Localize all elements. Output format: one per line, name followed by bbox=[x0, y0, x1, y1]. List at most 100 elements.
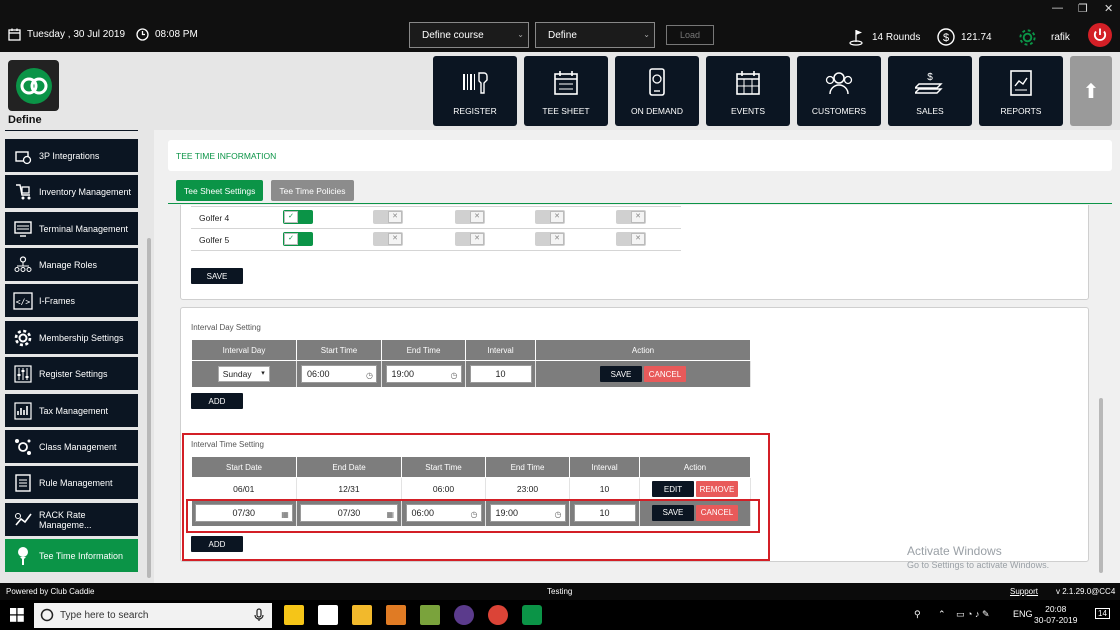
tray-icons[interactable]: ▭ ◔ ♪ ✎ bbox=[956, 609, 989, 620]
app-logo[interactable] bbox=[8, 60, 59, 111]
toggle-off[interactable]: ✕ bbox=[535, 231, 565, 246]
arrow-up-icon: ⬆ bbox=[1082, 80, 1100, 103]
toggle-off[interactable]: ✕ bbox=[535, 209, 565, 224]
support-link[interactable]: Support bbox=[1010, 587, 1038, 596]
balance-display: $ 121.74 bbox=[937, 28, 992, 46]
golf-tee-icon bbox=[12, 545, 33, 566]
minimize-icon[interactable]: — bbox=[1052, 2, 1063, 14]
terminal-icon bbox=[12, 218, 33, 239]
sidebar-item-membership[interactable]: Membership Settings bbox=[5, 321, 138, 354]
toggle-off[interactable]: ✕ bbox=[455, 209, 485, 224]
club-caddie-app-icon[interactable] bbox=[522, 605, 542, 625]
date-text: Tuesday , 30 Jul 2019 bbox=[27, 29, 126, 40]
sidebar-item-label: I-Frames bbox=[39, 295, 75, 306]
check-icon: ✓ bbox=[284, 232, 298, 245]
sidebar-item-label: Rule Management bbox=[39, 477, 113, 488]
sidebar-scrollbar[interactable] bbox=[147, 238, 151, 578]
nav-sales-button[interactable]: $ SALES bbox=[888, 56, 972, 126]
chrome-app-icon[interactable] bbox=[488, 605, 508, 625]
power-icon[interactable] bbox=[1088, 23, 1112, 47]
notification-badge[interactable]: 14 bbox=[1095, 608, 1110, 619]
sidebar-item-tax[interactable]: Tax Management bbox=[5, 394, 138, 427]
mail-app-icon[interactable] bbox=[318, 605, 338, 625]
action-cell: SAVE CANCEL bbox=[535, 360, 751, 387]
toggle-cell: ✕ bbox=[455, 206, 535, 229]
start-time-input[interactable]: 06:00 ◷ bbox=[301, 364, 377, 383]
scroll-up-button[interactable]: ⬆ bbox=[1070, 56, 1112, 126]
toggle-off[interactable]: ✕ bbox=[616, 209, 646, 224]
close-window-icon[interactable]: ✕ bbox=[1104, 2, 1113, 15]
course-select[interactable]: Define course ⌄ bbox=[409, 22, 529, 48]
main-scrollbar[interactable] bbox=[1099, 398, 1103, 573]
toggle-cell: ✕ bbox=[535, 206, 616, 229]
language-indicator[interactable]: ENG bbox=[1013, 609, 1033, 619]
sidebar-item-register-settings[interactable]: Register Settings bbox=[5, 357, 138, 390]
sidebar-item-inventory[interactable]: Inventory Management bbox=[5, 175, 138, 208]
toggle-on[interactable]: ✓ bbox=[283, 209, 313, 224]
windows-start-icon[interactable] bbox=[10, 608, 24, 622]
watermark-line2: Go to Settings to activate Windows. bbox=[907, 560, 1050, 570]
toggle-off[interactable]: ✕ bbox=[373, 209, 403, 224]
store-app-icon[interactable] bbox=[284, 605, 304, 625]
time-display: 08:08 PM bbox=[136, 28, 198, 41]
file-explorer-icon[interactable] bbox=[352, 605, 372, 625]
nav-tee-sheet-button[interactable]: TEE SHEET bbox=[524, 56, 608, 126]
sidebar-item-rule[interactable]: Rule Management bbox=[5, 466, 138, 499]
toggle-on[interactable]: ✓ bbox=[283, 231, 313, 246]
top-bar: — ❐ ✕ Tuesday , 30 Jul 2019 08:08 PM Def… bbox=[0, 0, 1120, 52]
golfer-save-button[interactable]: SAVE bbox=[191, 268, 243, 284]
sidebar-item-iframes[interactable]: </> I-Frames bbox=[5, 284, 138, 317]
slack-app-icon[interactable] bbox=[454, 605, 474, 625]
end-time-input[interactable]: 19:00 ◷ bbox=[385, 364, 462, 383]
sidebar-item-rack-rate[interactable]: RACK Rate Manageme... bbox=[5, 503, 138, 536]
toggle-off[interactable]: ✕ bbox=[455, 231, 485, 246]
interval-day-label: Interval Day Setting bbox=[191, 323, 261, 332]
user-display[interactable]: rafik bbox=[1018, 28, 1070, 47]
nav-customers-button[interactable]: CUSTOMERS bbox=[797, 56, 881, 126]
tax-icon bbox=[12, 400, 33, 421]
sidebar-item-label: 3P Integrations bbox=[39, 150, 100, 161]
sidebar-item-tee-time-information[interactable]: Tee Time Information bbox=[5, 539, 138, 572]
golf-flag-icon bbox=[849, 30, 863, 46]
nav-register-button[interactable]: REGISTER bbox=[433, 56, 517, 126]
sidebar-item-class[interactable]: Class Management bbox=[5, 430, 138, 463]
sidebar-item-terminal[interactable]: Terminal Management bbox=[5, 212, 138, 245]
person-icon[interactable]: ⚲ bbox=[914, 609, 921, 620]
table-header-row: Interval Day Start Time End Time Interva… bbox=[191, 339, 751, 361]
sidebar-item-manage-roles[interactable]: Manage Roles bbox=[5, 248, 138, 281]
clock-icon: ◷ bbox=[366, 370, 373, 380]
version-text: v 2.1.29.0@CC4 bbox=[1056, 587, 1116, 596]
interval-day-select[interactable]: Sunday ▾ bbox=[217, 365, 270, 382]
interval-day-save-button[interactable]: SAVE bbox=[600, 366, 642, 382]
gear-icon[interactable] bbox=[1018, 28, 1037, 47]
app-icon[interactable] bbox=[420, 605, 440, 625]
tray-chevron-icon[interactable]: ⌃ bbox=[938, 609, 946, 620]
sidebar-item-hidden[interactable] bbox=[5, 130, 138, 131]
interval-input[interactable]: 10 bbox=[469, 364, 532, 383]
app-header: Define REGISTER TEE SHEET ON DEMAND EVEN… bbox=[0, 52, 1120, 130]
interval-day-cancel-button[interactable]: CANCEL bbox=[644, 366, 686, 382]
toggle-off[interactable]: ✕ bbox=[616, 231, 646, 246]
sublime-app-icon[interactable] bbox=[386, 605, 406, 625]
restore-icon[interactable]: ❐ bbox=[1078, 2, 1088, 15]
svg-text:$: $ bbox=[927, 72, 933, 83]
toggle-off[interactable]: ✕ bbox=[373, 231, 403, 246]
nav-on-demand-button[interactable]: ON DEMAND bbox=[615, 56, 699, 126]
define-select[interactable]: Define ⌄ bbox=[535, 22, 655, 48]
column-header: Interval bbox=[465, 339, 536, 361]
define-select-value: Define bbox=[548, 29, 577, 41]
search-icon bbox=[40, 608, 54, 622]
nav-reports-button[interactable]: REPORTS bbox=[979, 56, 1063, 126]
interval-day-add-button[interactable]: ADD bbox=[191, 393, 243, 409]
clock-icon bbox=[136, 28, 149, 41]
taskbar-search-input[interactable]: Type here to search bbox=[34, 603, 272, 628]
start-time-value: 06:00 bbox=[307, 368, 330, 379]
nav-events-button[interactable]: EVENTS bbox=[706, 56, 790, 126]
microphone-icon[interactable] bbox=[254, 608, 264, 622]
system-clock[interactable]: 20:08 30-07-2019 bbox=[1034, 604, 1077, 626]
time-text: 08:08 PM bbox=[155, 29, 198, 40]
tab-tee-sheet-settings[interactable]: Tee Sheet Settings bbox=[176, 180, 264, 201]
sidebar-item-3p-integrations[interactable]: 3P Integrations bbox=[5, 139, 138, 172]
tab-tee-time-policies[interactable]: Tee Time Policies bbox=[271, 180, 354, 201]
load-button[interactable]: Load bbox=[666, 25, 714, 45]
